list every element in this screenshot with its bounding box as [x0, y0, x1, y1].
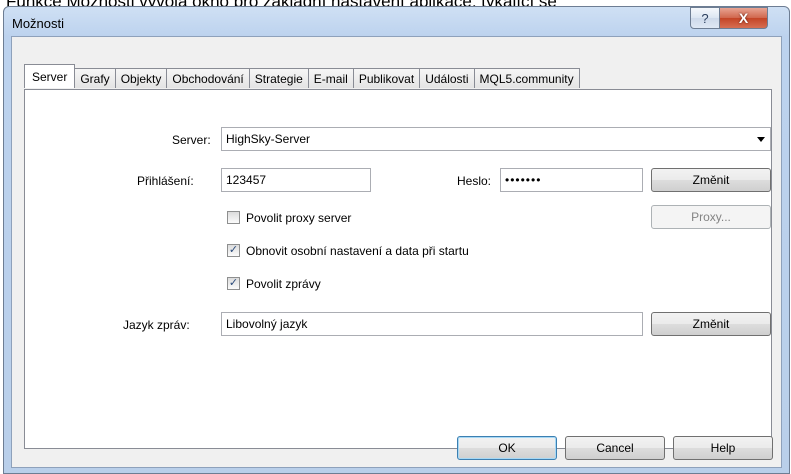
- restore-settings-checkbox[interactable]: ✓: [227, 244, 240, 257]
- password-value: •••••••: [505, 173, 542, 187]
- server-value: HighSky-Server: [226, 132, 311, 146]
- close-icon: X: [738, 10, 749, 26]
- news-language-value: Libovolný jazyk: [226, 317, 308, 331]
- tab-email[interactable]: E-mail: [307, 68, 354, 88]
- dialog-title: Možnosti: [12, 16, 65, 31]
- help-button[interactable]: Help: [673, 436, 773, 460]
- checkmark-icon: ✓: [228, 277, 239, 289]
- server-label: Server:: [172, 133, 211, 147]
- login-value: 123457: [226, 173, 267, 187]
- news-language-label: Jazyk zpráv:: [123, 318, 190, 332]
- dialog-client-area: Server Grafy Objekty Obchodování Strateg…: [11, 36, 782, 468]
- checkmark-icon: ✓: [228, 244, 239, 256]
- tab-charts[interactable]: Grafy: [74, 68, 116, 88]
- tab-strategy[interactable]: Strategie: [248, 68, 309, 88]
- change-password-button[interactable]: Změnit: [651, 168, 771, 192]
- enable-news-label: Povolit zprávy: [246, 277, 321, 291]
- change-language-button[interactable]: Změnit: [651, 312, 771, 336]
- chevron-down-icon: [757, 137, 765, 142]
- help-caption-button[interactable]: ?: [690, 7, 720, 29]
- help-icon: ?: [701, 10, 709, 26]
- news-language-input[interactable]: Libovolný jazyk: [221, 312, 643, 336]
- options-dialog: Možnosti ? X Server Grafy Objekty Obchod…: [3, 6, 790, 474]
- enable-news-checkbox[interactable]: ✓: [227, 277, 240, 290]
- cancel-button[interactable]: Cancel: [565, 436, 665, 460]
- proxy-checkbox-label: Povolit proxy server: [246, 211, 352, 225]
- tab-server[interactable]: Server: [24, 64, 76, 88]
- proxy-button[interactable]: Proxy...: [651, 205, 771, 229]
- tab-events[interactable]: Události: [419, 68, 475, 88]
- password-label: Heslo:: [457, 174, 492, 188]
- password-input[interactable]: •••••••: [500, 168, 643, 192]
- server-tab-panel: Server: HighSky-Server Přihlášení: 12345…: [24, 89, 772, 449]
- login-label: Přihlášení:: [137, 174, 194, 188]
- server-select[interactable]: HighSky-Server: [221, 127, 771, 151]
- close-button[interactable]: X: [719, 7, 768, 29]
- ok-button[interactable]: OK: [457, 436, 557, 460]
- tab-trade[interactable]: Obchodování: [166, 68, 250, 88]
- tab-publish[interactable]: Publikovat: [352, 68, 421, 88]
- tab-mql5-community[interactable]: MQL5.community: [473, 68, 580, 88]
- restore-settings-label: Obnovit osobní nastavení a data při star…: [246, 244, 469, 258]
- tab-objects[interactable]: Objekty: [114, 68, 168, 88]
- tab-strip: Server Grafy Objekty Obchodování Strateg…: [24, 64, 580, 88]
- login-input[interactable]: 123457: [221, 168, 371, 192]
- proxy-checkbox[interactable]: [227, 211, 240, 224]
